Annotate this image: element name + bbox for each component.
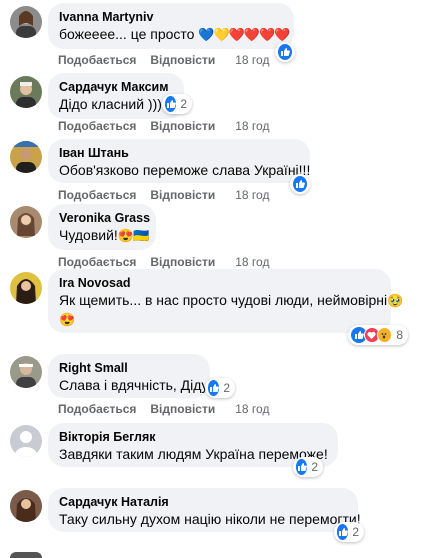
like-action[interactable]: Подобається [58, 255, 136, 269]
comment-actions: Подобається Відповісти 18 год [58, 119, 283, 133]
avatar[interactable] [10, 76, 42, 108]
comment-bubble: Сардачук Наталія Таку сильну духом націю… [48, 488, 361, 532]
comment-text: Дідо класний ))) [59, 96, 162, 112]
avatar[interactable] [10, 425, 42, 457]
like-icon [165, 96, 177, 112]
comment-bubble: Сардачук Максим Дідо класний ))) [48, 73, 184, 119]
reaction-count: 2 [352, 525, 359, 539]
avatar[interactable] [10, 552, 42, 558]
reply-action[interactable]: Відповісти [150, 255, 215, 269]
comment-time[interactable]: 18 год [235, 255, 269, 269]
comment-time[interactable]: 18 год [235, 119, 269, 133]
wow-icon [376, 327, 393, 343]
comment-author[interactable]: Сардачук Наталія [59, 494, 346, 510]
comment-author[interactable]: Іван Штань [59, 145, 298, 161]
comment-text: Чудовий!😍🇺🇦 [59, 226, 149, 245]
like-action[interactable]: Подобається [58, 53, 136, 67]
comment-author[interactable]: Сардачук Максим [59, 79, 172, 95]
comment-emoji: 😍🇺🇦 [117, 228, 149, 243]
reply-action[interactable]: Відповісти [150, 53, 215, 67]
like-action[interactable]: Подобається [58, 188, 136, 202]
comment-text: Завдяки таким людям Україна переможе! [59, 446, 328, 462]
reaction-summary[interactable]: 2 [162, 94, 192, 114]
reaction-summary[interactable]: 2 [334, 522, 364, 542]
comment-text: Як щемить... в нас просто чудові люди, н… [59, 291, 403, 310]
comment-actions: Подобається Відповісти 18 год [58, 255, 283, 269]
comment-text-body: Чудовий! [59, 227, 118, 243]
comment-actions: Подобається Відповісти 18 год [58, 188, 283, 202]
avatar[interactable] [10, 272, 42, 304]
comment-author[interactable]: Ivanna Martyniv [59, 9, 282, 25]
like-icon [337, 524, 349, 540]
reply-action[interactable]: Відповісти [150, 119, 215, 133]
comment-bubble: Ivanna Martyniv божееее... це просто 💙💛❤… [48, 3, 294, 49]
avatar[interactable] [10, 206, 42, 238]
comment-text: Слава і вдячність, Діду! [59, 377, 213, 393]
comment-bubble: Ira Novosad Як щемить... в нас просто чу… [48, 269, 403, 333]
comment-text: Обов'язково переможе слава Україні!!! [59, 162, 311, 178]
comment-bubble: Right Small Слава і вдячність, Діду! [48, 354, 213, 398]
comment-author[interactable]: Right Small [59, 360, 198, 376]
comment-author[interactable]: Ira Novosad [59, 275, 379, 291]
reaction-count: 8 [396, 328, 403, 342]
reaction-count: 2 [223, 381, 230, 395]
comment-time[interactable]: 18 год [235, 53, 269, 67]
like-action[interactable]: Подобається [58, 119, 136, 133]
comment-author[interactable]: Вікторія Бегляк [59, 429, 326, 445]
comment-actions: Подобається Відповісти 18 год [58, 402, 283, 416]
comment-text: Таку сильну духом націю ніколи не перемо… [59, 511, 361, 527]
reaction-summary[interactable] [290, 174, 310, 194]
like-icon [293, 176, 307, 192]
avatar[interactable] [10, 490, 42, 522]
reaction-summary[interactable]: 2 [293, 457, 323, 477]
comment-text-body: божееее... це просто [59, 26, 195, 42]
reaction-summary[interactable]: 2 [205, 378, 235, 398]
comment-author[interactable]: Veronika Grass [59, 210, 150, 226]
reaction-summary[interactable]: 8 [348, 325, 408, 345]
reply-action[interactable]: Відповісти [150, 402, 215, 416]
comment-text: божееее... це просто 💙💛❤️❤️❤️❤️ [59, 25, 290, 44]
comment-text-body: Як щемить... в нас просто чудові люди, н… [59, 292, 388, 308]
comment-bubble: Veronika Grass Чудовий!😍🇺🇦 [48, 204, 156, 250]
reply-action[interactable]: Відповісти [150, 188, 215, 202]
comment-emoji: 💙💛❤️❤️❤️❤️ [198, 27, 290, 42]
comment-text-line2: 😍 [59, 310, 379, 329]
comment-emoji: 🥹 [387, 293, 403, 308]
like-icon [296, 459, 308, 475]
like-action[interactable]: Подобається [58, 402, 136, 416]
reaction-count: 2 [311, 460, 318, 474]
reaction-count: 2 [180, 97, 187, 111]
comment-emoji: 😍 [59, 312, 75, 327]
avatar[interactable] [10, 6, 42, 38]
comment-bubble: Іван Штань Обов'язково переможе слава Ук… [48, 139, 310, 183]
comment-time[interactable]: 18 год [235, 402, 269, 416]
avatar[interactable] [10, 356, 42, 388]
comment-actions: Подобається Відповісти 18 год [58, 53, 283, 67]
like-icon [208, 380, 220, 396]
avatar[interactable] [10, 141, 42, 173]
comment-time[interactable]: 18 год [235, 188, 269, 202]
